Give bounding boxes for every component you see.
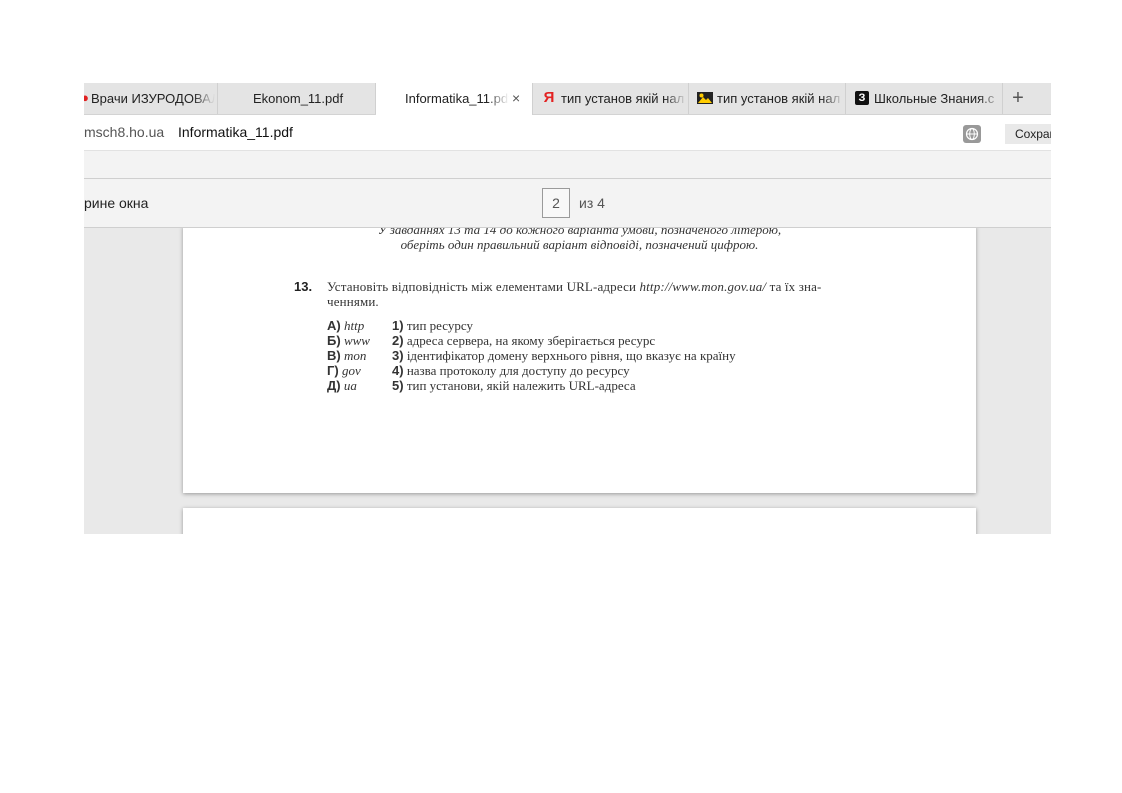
answer-number: 2) [392,333,404,348]
answer-2: 2) адреса сервера, на якому зберігається… [392,333,655,348]
option-letter: В) [327,348,341,363]
option-term: ua [343,378,357,393]
instruction-line: У завданнях 13 та 14 до кожного варіанта… [377,228,782,237]
pdf-toolbar: рине окна 2 из 4 [84,179,1051,228]
yandex-icon: Я [543,89,555,106]
question-text-part: Установіть відповідність між елементами … [327,279,637,294]
tab-ekonom[interactable]: Ekonom_11.pdf [218,83,376,114]
instruction-line: оберіть один правильний варіант відповід… [400,237,759,252]
answer-number: 5) [392,378,404,393]
answer-3: 3) ідентифікатор домену верхнього рівня,… [392,348,736,363]
new-tab-button[interactable]: + [1003,83,1033,114]
option-term: http [343,318,365,333]
tab-vrachi[interactable]: ● Врачи ИЗУРОДОВАЛ [84,83,218,114]
question-number: 13. [294,279,313,294]
tab-strip: ● Врачи ИЗУРОДОВАЛ Ekonom_11.pdf Informa… [84,83,1051,115]
option-letter: Г) [327,363,339,378]
instruction-text: У завданнях 13 та 14 до кожного варіанта… [183,228,976,252]
close-tab-icon[interactable]: × [512,83,520,114]
option-g: Г) gov [327,363,361,378]
address-page-title[interactable]: Informatika_11.pdf [178,124,293,140]
question-text-part: та їх зна- [769,279,822,294]
answer-text: тип ресурсу [406,318,473,333]
option-letter: Б) [327,333,341,348]
question-url: http://www.mon.gov.ua/ [639,279,767,294]
image-icon [697,91,713,105]
pdf-viewer[interactable]: У завданнях 13 та 14 до кожного варіанта… [84,228,1051,534]
page-count-label: из 4 [579,195,605,211]
answer-number: 4) [392,363,404,378]
address-domain[interactable]: msch8.ho.ua [84,124,164,140]
answer-text: назва протоколу для доступу до ресурсу [406,363,630,378]
answer-text: ідентифікатор домену верхнього рівня, що… [406,348,736,363]
option-d: Д) ua [327,378,357,393]
question-text: Установіть відповідність між елементами … [327,279,917,309]
znanija-icon: З [855,91,869,105]
tab-title: Врачи ИЗУРОДОВАЛ [91,83,215,114]
option-v: В) mon [327,348,366,363]
answer-number: 1) [392,318,404,333]
answer-text: адреса сервера, на якому зберігається ре… [406,333,656,348]
answer-5: 5) тип установи, якій належить URL-адрес… [392,378,636,393]
pdf-page-next [183,508,976,534]
answer-1: 1) тип ресурсу [392,318,473,333]
pdf-page: У завданнях 13 та 14 до кожного варіанта… [183,228,976,493]
browser-window: ● Врачи ИЗУРОДОВАЛ Ekonom_11.pdf Informa… [84,83,1051,534]
fit-width-button[interactable]: рине окна [84,195,148,211]
globe-icon[interactable] [963,125,981,143]
option-term: mon [343,348,367,363]
page-number-input[interactable]: 2 [542,188,570,218]
option-term: www [343,333,370,348]
tab-title: Школьные Знания.c [874,83,1001,114]
save-button[interactable]: Сохран [1005,124,1051,144]
answer-number: 3) [392,348,404,363]
tab-title: тип установ якій нал [717,83,844,114]
tab-title: Informatika_11.pdf [405,83,509,114]
tab-title: тип установ якій нал [561,83,687,114]
tab-yandex-search[interactable]: Я тип установ якій нал [533,83,689,114]
tab-image-search[interactable]: тип установ якій нал [689,83,846,114]
tab-informatika[interactable]: Informatika_11.pdf × [376,83,533,115]
address-bar[interactable]: msch8.ho.ua Informatika_11.pdf Сохран [84,115,1051,151]
option-b: Б) www [327,333,370,348]
bookmarks-bar [84,151,1051,179]
option-term: gov [341,363,361,378]
option-letter: А) [327,318,341,333]
answer-text: тип установи, якій належить URL-адреса [406,378,636,393]
tab-title: Ekonom_11.pdf [253,91,344,106]
option-letter: Д) [327,378,341,393]
option-a: А) http [327,318,364,333]
question-text-part: ченнями. [327,294,379,309]
tab-znanija[interactable]: З Школьные Знания.c [846,83,1003,114]
answer-4: 4) назва протоколу для доступу до ресурс… [392,363,630,378]
